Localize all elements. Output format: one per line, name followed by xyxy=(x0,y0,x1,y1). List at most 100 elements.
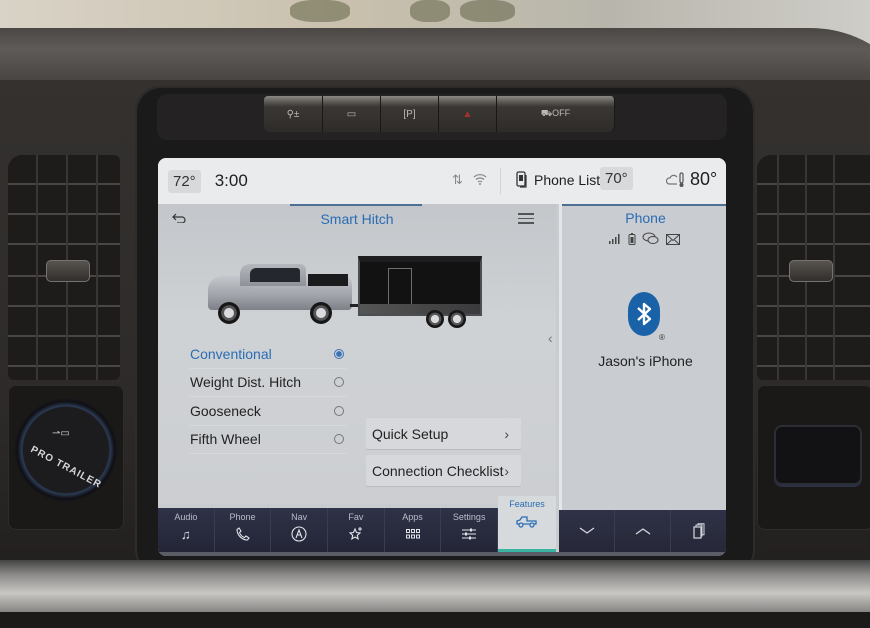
dock-label: Settings xyxy=(452,512,486,522)
signal-strength-icon xyxy=(609,234,620,244)
dock-fav[interactable]: Fav xyxy=(328,508,385,552)
heated-seat-icon: ⚲± xyxy=(286,108,300,120)
cards-stack-icon xyxy=(692,523,704,539)
radio-selected[interactable] xyxy=(334,348,344,359)
dock-apps[interactable]: Apps xyxy=(385,508,442,552)
music-note-icon: ♫ xyxy=(180,526,191,542)
trailer-wheel-2 xyxy=(448,310,466,328)
connection-checklist-button[interactable]: Connection Checklist › xyxy=(366,455,521,486)
right-panel-button[interactable] xyxy=(774,425,862,485)
menu-button[interactable] xyxy=(518,210,534,227)
passenger-temp[interactable]: 70° xyxy=(600,167,633,190)
lower-dash xyxy=(0,612,870,628)
right-air-vent xyxy=(757,155,870,380)
right-vent-adjuster[interactable] xyxy=(789,260,833,282)
collapse-panel-handle[interactable]: ‹ xyxy=(548,330,553,346)
truck-and-trailer-image xyxy=(204,254,494,332)
phone-list-button[interactable]: Phone List xyxy=(516,171,600,189)
radio-unselected[interactable] xyxy=(334,405,344,416)
switch-cards-button[interactable] xyxy=(671,510,726,552)
battery-icon xyxy=(628,233,636,245)
status-icons: ⇅ xyxy=(452,172,487,188)
outside-temp-value: 80° xyxy=(690,169,718,189)
scroll-down-button[interactable] xyxy=(559,510,615,552)
data-transfer-icon: ⇅ xyxy=(452,172,463,187)
enclosed-trailer xyxy=(358,256,482,316)
quick-setup-button[interactable]: Quick Setup › xyxy=(366,418,521,449)
heated-seat-button[interactable]: ⚲± xyxy=(264,96,323,132)
chevron-right-icon: › xyxy=(504,425,509,442)
dock-label: Apps xyxy=(402,512,423,522)
dock-label: Audio xyxy=(174,512,198,522)
hitch-type-options: Conventional Weight Dist. Hitch Goosenec… xyxy=(190,340,346,454)
dock-label: Features xyxy=(509,499,545,509)
truck-bed xyxy=(308,274,348,286)
option-label: Weight Dist. Hitch xyxy=(190,374,301,391)
settings-sliders-icon xyxy=(461,526,477,542)
phone-icon xyxy=(235,526,250,542)
truck-rear-wheel xyxy=(310,302,332,324)
chevron-right-icon: › xyxy=(504,462,509,479)
driver-temp[interactable]: 72° xyxy=(168,169,201,193)
chevron-down-icon xyxy=(579,527,594,534)
traction-control-off-button[interactable]: ⛟OFF xyxy=(497,96,615,132)
page-title: Smart Hitch xyxy=(320,211,394,227)
screen-bottom-edge xyxy=(158,552,726,556)
phone-list-label: Phone List xyxy=(534,172,601,188)
dock-phone[interactable]: Phone xyxy=(215,508,272,552)
pro-trailer-backup-assist-knob[interactable]: ⇀▭ PRO TRAILER xyxy=(14,398,118,502)
email-icon xyxy=(666,233,680,245)
dock-label: Nav xyxy=(291,512,308,522)
registered-mark: ® xyxy=(659,333,665,342)
option-fifth-wheel[interactable]: Fifth Wheel xyxy=(190,426,346,454)
bluetooth-icon xyxy=(628,292,660,336)
dock-features-active[interactable]: Features xyxy=(498,496,556,552)
infotainment-screen: 72° 3:00 ⇅ Phone List 70° 80° Smart Hitc… xyxy=(158,158,726,556)
dock-settings[interactable]: Settings xyxy=(441,508,499,552)
outside-temperature: 80° xyxy=(666,169,717,190)
left-vent-adjuster[interactable] xyxy=(46,260,90,282)
chrome-trim xyxy=(0,560,870,620)
radio-unselected[interactable] xyxy=(334,434,344,445)
trailer-wheel-1 xyxy=(426,310,444,328)
apps-grid-icon xyxy=(405,526,420,542)
panel-header: Smart Hitch xyxy=(158,204,556,232)
left-air-vent xyxy=(8,155,120,380)
rear-defrost-button[interactable]: ▭ xyxy=(323,96,381,132)
dock-audio[interactable]: Audio ♫ xyxy=(158,508,215,552)
dock-nav[interactable]: Nav xyxy=(271,508,329,552)
quick-setup-label: Quick Setup xyxy=(372,425,449,442)
hazard-button[interactable]: ▲ xyxy=(439,96,497,132)
option-conventional[interactable]: Conventional xyxy=(190,340,346,369)
status-divider xyxy=(500,168,501,194)
park-assist-button[interactable]: [P] xyxy=(381,96,439,132)
favorite-star-icon xyxy=(348,526,364,542)
nav-icon xyxy=(291,526,307,542)
clock: 3:00 xyxy=(214,171,248,190)
option-label: Fifth Wheel xyxy=(190,431,261,448)
trailer-icon: ⇀▭ xyxy=(52,428,70,439)
park-assist-icon: [P] xyxy=(403,108,416,120)
phone-list-icon xyxy=(516,171,527,188)
status-bar: 72° 3:00 ⇅ Phone List 70° 80° xyxy=(158,158,726,204)
truck-window xyxy=(250,268,300,282)
bottom-nav-dock: Audio ♫ Phone Nav Fav Apps Settings xyxy=(158,508,499,552)
connection-checklist-label: Connection Checklist xyxy=(372,462,504,479)
option-gooseneck[interactable]: Gooseneck xyxy=(190,397,346,426)
side-panel-accent xyxy=(562,204,726,206)
phone-side-panel: Phone ® Jason's iPhone xyxy=(559,204,726,510)
connected-device-name[interactable]: Jason's iPhone xyxy=(562,353,726,369)
wifi-icon xyxy=(473,173,487,188)
scroll-up-button[interactable] xyxy=(615,510,671,552)
phone-status-icons xyxy=(608,232,680,246)
dock-label: Fav xyxy=(348,512,364,522)
side-panel-title: Phone xyxy=(625,210,666,226)
side-panel-controls xyxy=(559,510,726,552)
hardware-buttons: ⚲± ▭ [P] ▲ ⛟OFF xyxy=(264,96,615,132)
option-weight-dist-hitch[interactable]: Weight Dist. Hitch xyxy=(190,369,346,397)
radio-unselected[interactable] xyxy=(334,377,344,388)
smart-hitch-panel: Smart Hitch Conventional Weight Dist. Hi… xyxy=(158,204,556,504)
knob-label: PRO TRAILER xyxy=(28,444,104,491)
option-label: Conventional xyxy=(190,345,272,362)
rear-defrost-icon: ▭ xyxy=(346,108,357,120)
